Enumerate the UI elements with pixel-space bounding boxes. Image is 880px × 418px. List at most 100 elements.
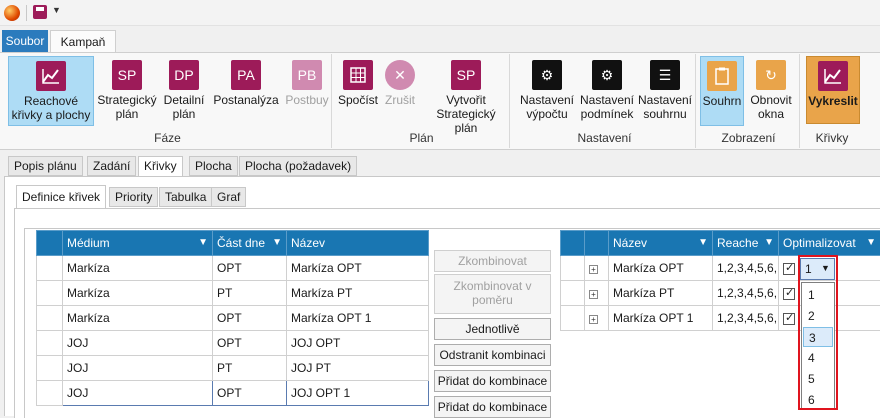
save-icon[interactable] xyxy=(33,5,47,19)
group-label: Křivky xyxy=(802,131,862,145)
remove-combination-button[interactable]: Odstranit kombinaci xyxy=(434,344,551,366)
cell-medium[interactable]: JOJ xyxy=(63,331,213,356)
tab-table[interactable]: Tabulka xyxy=(159,187,212,207)
cell-name[interactable]: JOJ OPT 1 xyxy=(287,381,429,406)
combine-ratio-button[interactable]: Zkombinovat v poměru xyxy=(434,274,551,314)
postanalysis-button[interactable]: PA Postanalýza xyxy=(210,56,282,107)
add-to-combination-button-2[interactable]: Přidat do kombinace xyxy=(434,396,551,418)
cell-name[interactable]: Markíza OPT 1 xyxy=(287,306,429,331)
table-row[interactable]: MarkízaOPTMarkíza OPT xyxy=(37,256,429,281)
column-header-optimize[interactable]: Optimalizovat ▼ xyxy=(779,231,880,256)
individually-button[interactable]: Jednotlivě xyxy=(434,318,551,340)
refresh-windows-button[interactable]: ↻ Obnovit okna xyxy=(746,56,796,121)
cancel-button[interactable]: ✕ Zrušit xyxy=(380,56,420,107)
cell-daypart[interactable]: PT xyxy=(213,356,287,381)
column-header-name[interactable]: Název xyxy=(287,231,429,256)
calc-settings-button[interactable]: ⚙ Nastavení výpočtu xyxy=(518,56,576,121)
row-selector[interactable] xyxy=(37,281,63,306)
expand-cell[interactable]: + xyxy=(585,281,609,306)
tab-file[interactable]: Soubor xyxy=(2,30,48,52)
row-selector[interactable] xyxy=(37,381,63,406)
cell-daypart[interactable]: OPT xyxy=(213,381,287,406)
table-row[interactable]: JOJOPTJOJ OPT 1 xyxy=(37,381,429,406)
row-selector[interactable] xyxy=(37,256,63,281)
header-label: Název xyxy=(613,236,647,250)
reach-curves-button[interactable]: Reachové křivky a plochy xyxy=(8,56,94,126)
cell-name[interactable]: JOJ OPT xyxy=(287,331,429,356)
optimize-checkbox[interactable] xyxy=(783,263,795,275)
expand-icon[interactable]: + xyxy=(589,315,598,324)
tab-area-requirement[interactable]: Plocha (požadavek) xyxy=(239,156,357,176)
column-header-medium[interactable]: Médium▼ xyxy=(63,231,213,256)
expand-icon[interactable]: + xyxy=(589,265,598,274)
tab-graph[interactable]: Graf xyxy=(211,187,246,207)
combine-button[interactable]: Zkombinovat xyxy=(434,250,551,272)
tab-curve-definition[interactable]: Definice křivek xyxy=(16,185,106,209)
table-row[interactable]: MarkízaOPTMarkíza OPT 1 xyxy=(37,306,429,331)
cell-name[interactable]: Markíza PT xyxy=(609,281,713,306)
tab-plan-description[interactable]: Popis plánu xyxy=(8,156,83,176)
summary-button[interactable]: Souhrn xyxy=(700,56,744,126)
cell-name[interactable]: Markíza OPT xyxy=(609,256,713,281)
row-selector[interactable] xyxy=(37,306,63,331)
draw-button[interactable]: Vykreslit xyxy=(806,56,860,124)
cell-reach[interactable]: 1,2,3,4,5,6, xyxy=(713,256,779,281)
conditions-settings-button[interactable]: ⚙ Nastavení podmínek xyxy=(578,56,636,121)
detail-plan-button[interactable]: DP Detailní plán xyxy=(160,56,208,121)
cell-daypart[interactable]: PT xyxy=(213,281,287,306)
postbuy-button[interactable]: PB Postbuy xyxy=(284,56,330,107)
create-strategic-plan-button[interactable]: SP Vytvořit Strategický plán xyxy=(424,56,508,135)
cell-medium[interactable]: JOJ xyxy=(63,381,213,406)
table-row[interactable]: MarkízaPTMarkíza PT xyxy=(37,281,429,306)
strategic-plan-button[interactable]: SP Strategický plán xyxy=(96,56,158,121)
cell-name[interactable]: Markíza OPT 1 xyxy=(609,306,713,331)
column-header-reach[interactable]: Reache▼ xyxy=(713,231,779,256)
cell-daypart[interactable]: OPT xyxy=(213,256,287,281)
tab-priorities[interactable]: Priority xyxy=(109,187,158,207)
table-row[interactable]: JOJOPTJOJ OPT xyxy=(37,331,429,356)
optimize-checkbox[interactable] xyxy=(783,313,795,325)
summary-settings-button[interactable]: ☰ Nastavení souhrnu xyxy=(636,56,694,121)
row-selector[interactable] xyxy=(561,306,585,331)
cell-name[interactable]: JOJ PT xyxy=(287,356,429,381)
separator xyxy=(26,5,27,21)
cell-reach[interactable]: 1,2,3,4,5,6, xyxy=(713,281,779,306)
button-label: Postbuy xyxy=(284,93,330,107)
button-label: Zrušit xyxy=(380,93,420,107)
cell-medium[interactable]: Markíza xyxy=(63,306,213,331)
cell-medium[interactable]: JOJ xyxy=(63,356,213,381)
add-to-combination-button[interactable]: Přidat do kombinace xyxy=(434,370,551,392)
cell-medium[interactable]: Markíza xyxy=(63,256,213,281)
expand-icon[interactable]: + xyxy=(589,290,598,299)
expand-cell[interactable]: + xyxy=(585,256,609,281)
optimize-checkbox[interactable] xyxy=(783,288,795,300)
filter-icon[interactable]: ▼ xyxy=(866,237,876,248)
customize-dropdown-icon[interactable]: ▼ xyxy=(52,5,61,15)
tab-area[interactable]: Plocha xyxy=(189,156,238,176)
table-row[interactable]: JOJPTJOJ PT xyxy=(37,356,429,381)
column-header-name[interactable]: Název ▼ xyxy=(609,231,713,256)
grid-icon xyxy=(343,60,373,90)
row-selector[interactable] xyxy=(561,281,585,306)
filter-icon[interactable]: ▼ xyxy=(764,237,774,248)
row-selector[interactable] xyxy=(37,356,63,381)
cell-daypart[interactable]: OPT xyxy=(213,306,287,331)
cell-reach[interactable]: 1,2,3,4,5,6, xyxy=(713,306,779,331)
cell-medium[interactable]: Markíza xyxy=(63,281,213,306)
compute-button[interactable]: Spočíst xyxy=(338,56,378,107)
filter-icon[interactable]: ▼ xyxy=(698,237,708,248)
filter-icon[interactable]: ▼ xyxy=(198,237,208,248)
tab-curves[interactable]: Křivky xyxy=(138,156,183,177)
header-label: Část dne xyxy=(217,236,265,250)
cell-name[interactable]: Markíza OPT xyxy=(287,256,429,281)
row-selector[interactable] xyxy=(561,256,585,281)
tab-input[interactable]: Zadání xyxy=(87,156,136,176)
header-label: Optimalizovat xyxy=(783,236,856,250)
row-selector[interactable] xyxy=(37,331,63,356)
cell-name[interactable]: Markíza PT xyxy=(287,281,429,306)
expand-cell[interactable]: + xyxy=(585,306,609,331)
column-header-daypart[interactable]: Část dne ▼ xyxy=(213,231,287,256)
cell-daypart[interactable]: OPT xyxy=(213,331,287,356)
filter-icon[interactable]: ▼ xyxy=(272,237,282,248)
tab-campaign[interactable]: Kampaň xyxy=(50,30,116,53)
